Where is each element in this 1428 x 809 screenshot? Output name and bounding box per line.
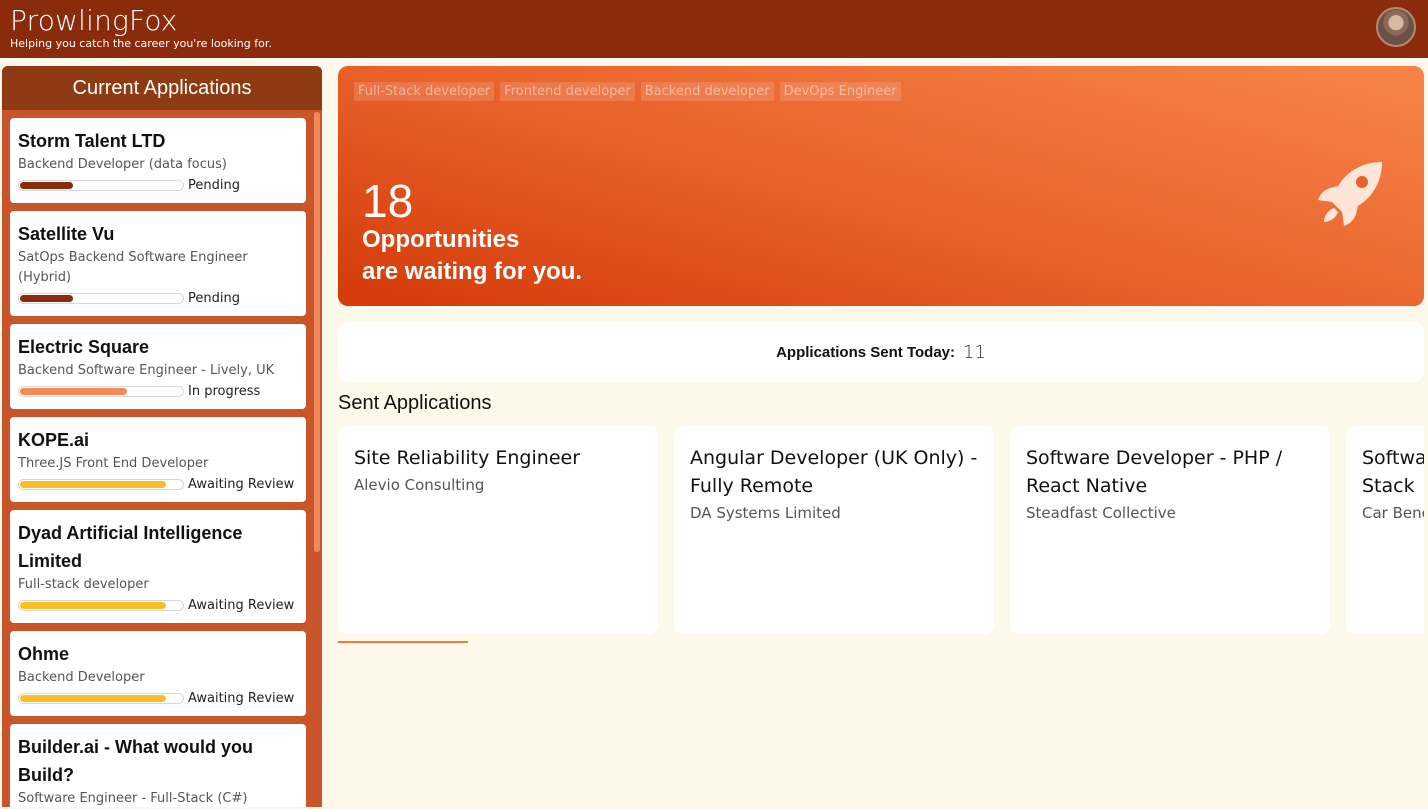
opportunities-label: Opportunities [362,226,520,253]
application-role: Backend Developer (data focus) [18,157,227,172]
status-progress-bar [18,478,184,490]
status-progress-fill [20,694,166,702]
status-progress-bar [18,692,184,704]
application-status-row: Awaiting Review [18,595,298,615]
role-tags: Full-Stack developer Frontend developer Ba… [354,82,901,101]
application-status: Awaiting Review [188,690,295,706]
application-card[interactable]: Satellite Vu SatOps Backend Software Engi… [10,211,306,316]
application-company: Ohme [18,644,70,664]
sent-job-title: Software Developer - PHP / React Native [1026,447,1283,497]
sent-today-label: Applications Sent Today: [776,343,955,361]
role-tag[interactable]: DevOps Engineer [779,82,901,101]
current-applications-panel: Current Applications Storm Talent LTD Bac… [2,66,322,807]
rocket-icon [1318,162,1382,226]
application-role: Backend Developer [18,670,145,685]
application-status-row: Awaiting Review [18,474,298,494]
status-progress-fill [20,294,73,302]
role-tag[interactable]: Backend developer [640,82,774,101]
application-card[interactable]: Storm Talent LTD Backend Developer (data … [10,118,306,203]
sent-company-name: Alevio Consulting [354,476,485,494]
sidebar-scrollbar[interactable] [314,112,320,552]
application-card[interactable]: Ohme Backend Developer Awaiting Review [10,631,306,716]
application-card[interactable]: KOPE.ai Three.JS Front End Developer Await… [10,417,306,502]
application-role: SatOps Backend Software Engineer (Hybrid… [18,250,248,285]
role-tag[interactable]: Full-Stack developer [354,82,495,101]
sent-applications-carousel[interactable]: Site Reliability Engineer Alevio Consulti… [338,426,1424,636]
application-status-row: Pending [18,288,298,308]
status-progress-fill [20,387,127,395]
application-role: Full-stack developer [18,577,149,592]
application-role: Backend Software Engineer - Lively, UK [18,363,275,378]
application-card[interactable]: Electric Square Backend Software Engineer… [10,324,306,409]
application-status: In progress [188,383,261,399]
sent-application-card[interactable]: Angular Developer (UK Only) - Fully Remo… [674,426,994,634]
status-progress-bar [18,385,184,397]
application-card[interactable]: Builder.ai - What would you Build? Softwa… [10,724,306,807]
brand-name[interactable]: ProwlingFox [10,4,178,37]
sent-company-name: Steadfast Collective [1026,504,1176,522]
application-status: Awaiting Review [188,476,295,492]
application-status: Pending [188,177,240,193]
opportunities-sublabel: are waiting for you. [362,258,583,285]
sent-company-name: Car Benefits [1362,504,1424,522]
sent-job-title: Site Reliability Engineer [354,447,581,469]
sent-company-name: DA Systems Limited [690,504,841,522]
application-company: Electric Square [18,337,150,357]
status-progress-bar [18,292,184,304]
status-progress-fill [20,181,73,189]
sent-application-card[interactable]: Site Reliability Engineer Alevio Consulti… [338,426,658,634]
application-status-row: Awaiting Review [18,688,298,708]
application-company: Storm Talent LTD [18,131,166,151]
application-role: Software Engineer - Full-Stack (C#) [18,791,248,806]
user-avatar[interactable] [1376,7,1416,47]
opportunities-banner: Full-Stack developer Frontend developer Ba… [338,66,1424,306]
application-role: Three.JS Front End Developer [18,456,209,471]
top-bar: ProwlingFox Helping you catch the career… [0,0,1428,58]
application-list: Storm Talent LTD Backend Developer (data … [10,118,306,807]
application-company: Dyad Artificial Intelligence Limited [18,523,243,571]
role-tag[interactable]: Frontend developer [500,82,635,101]
sent-job-title: Angular Developer (UK Only) - Fully Remo… [690,447,978,497]
application-status-row: Pending [18,175,298,195]
application-company: Satellite Vu [18,224,115,244]
status-progress-bar [18,599,184,611]
application-company: KOPE.ai [18,430,90,450]
sent-today-count: 11 [963,341,986,363]
sent-application-card[interactable]: Software Developer - Full Stack Car Benef… [1346,426,1424,634]
status-progress-fill [20,601,166,609]
status-progress-fill [20,480,166,488]
carousel-scroll-indicator[interactable] [338,641,468,643]
sent-job-title: Software Developer - Full Stack [1362,447,1424,497]
opportunities-count: 18 [362,175,414,227]
sent-applications-title: Sent Applications [338,392,492,414]
status-progress-bar [18,179,184,191]
application-status: Awaiting Review [188,597,295,613]
applications-sent-today: Applications Sent Today: 11 [338,322,1424,382]
current-applications-title: Current Applications [2,66,322,110]
sent-application-card[interactable]: Software Developer - PHP / React Native S… [1010,426,1330,634]
application-status: Pending [188,290,240,306]
application-company: Builder.ai - What would you Build? [18,737,254,785]
brand-tagline: Helping you catch the career you're look… [10,37,272,50]
application-status-row: In progress [18,381,298,401]
application-card[interactable]: Dyad Artificial Intelligence Limited Full… [10,510,306,623]
